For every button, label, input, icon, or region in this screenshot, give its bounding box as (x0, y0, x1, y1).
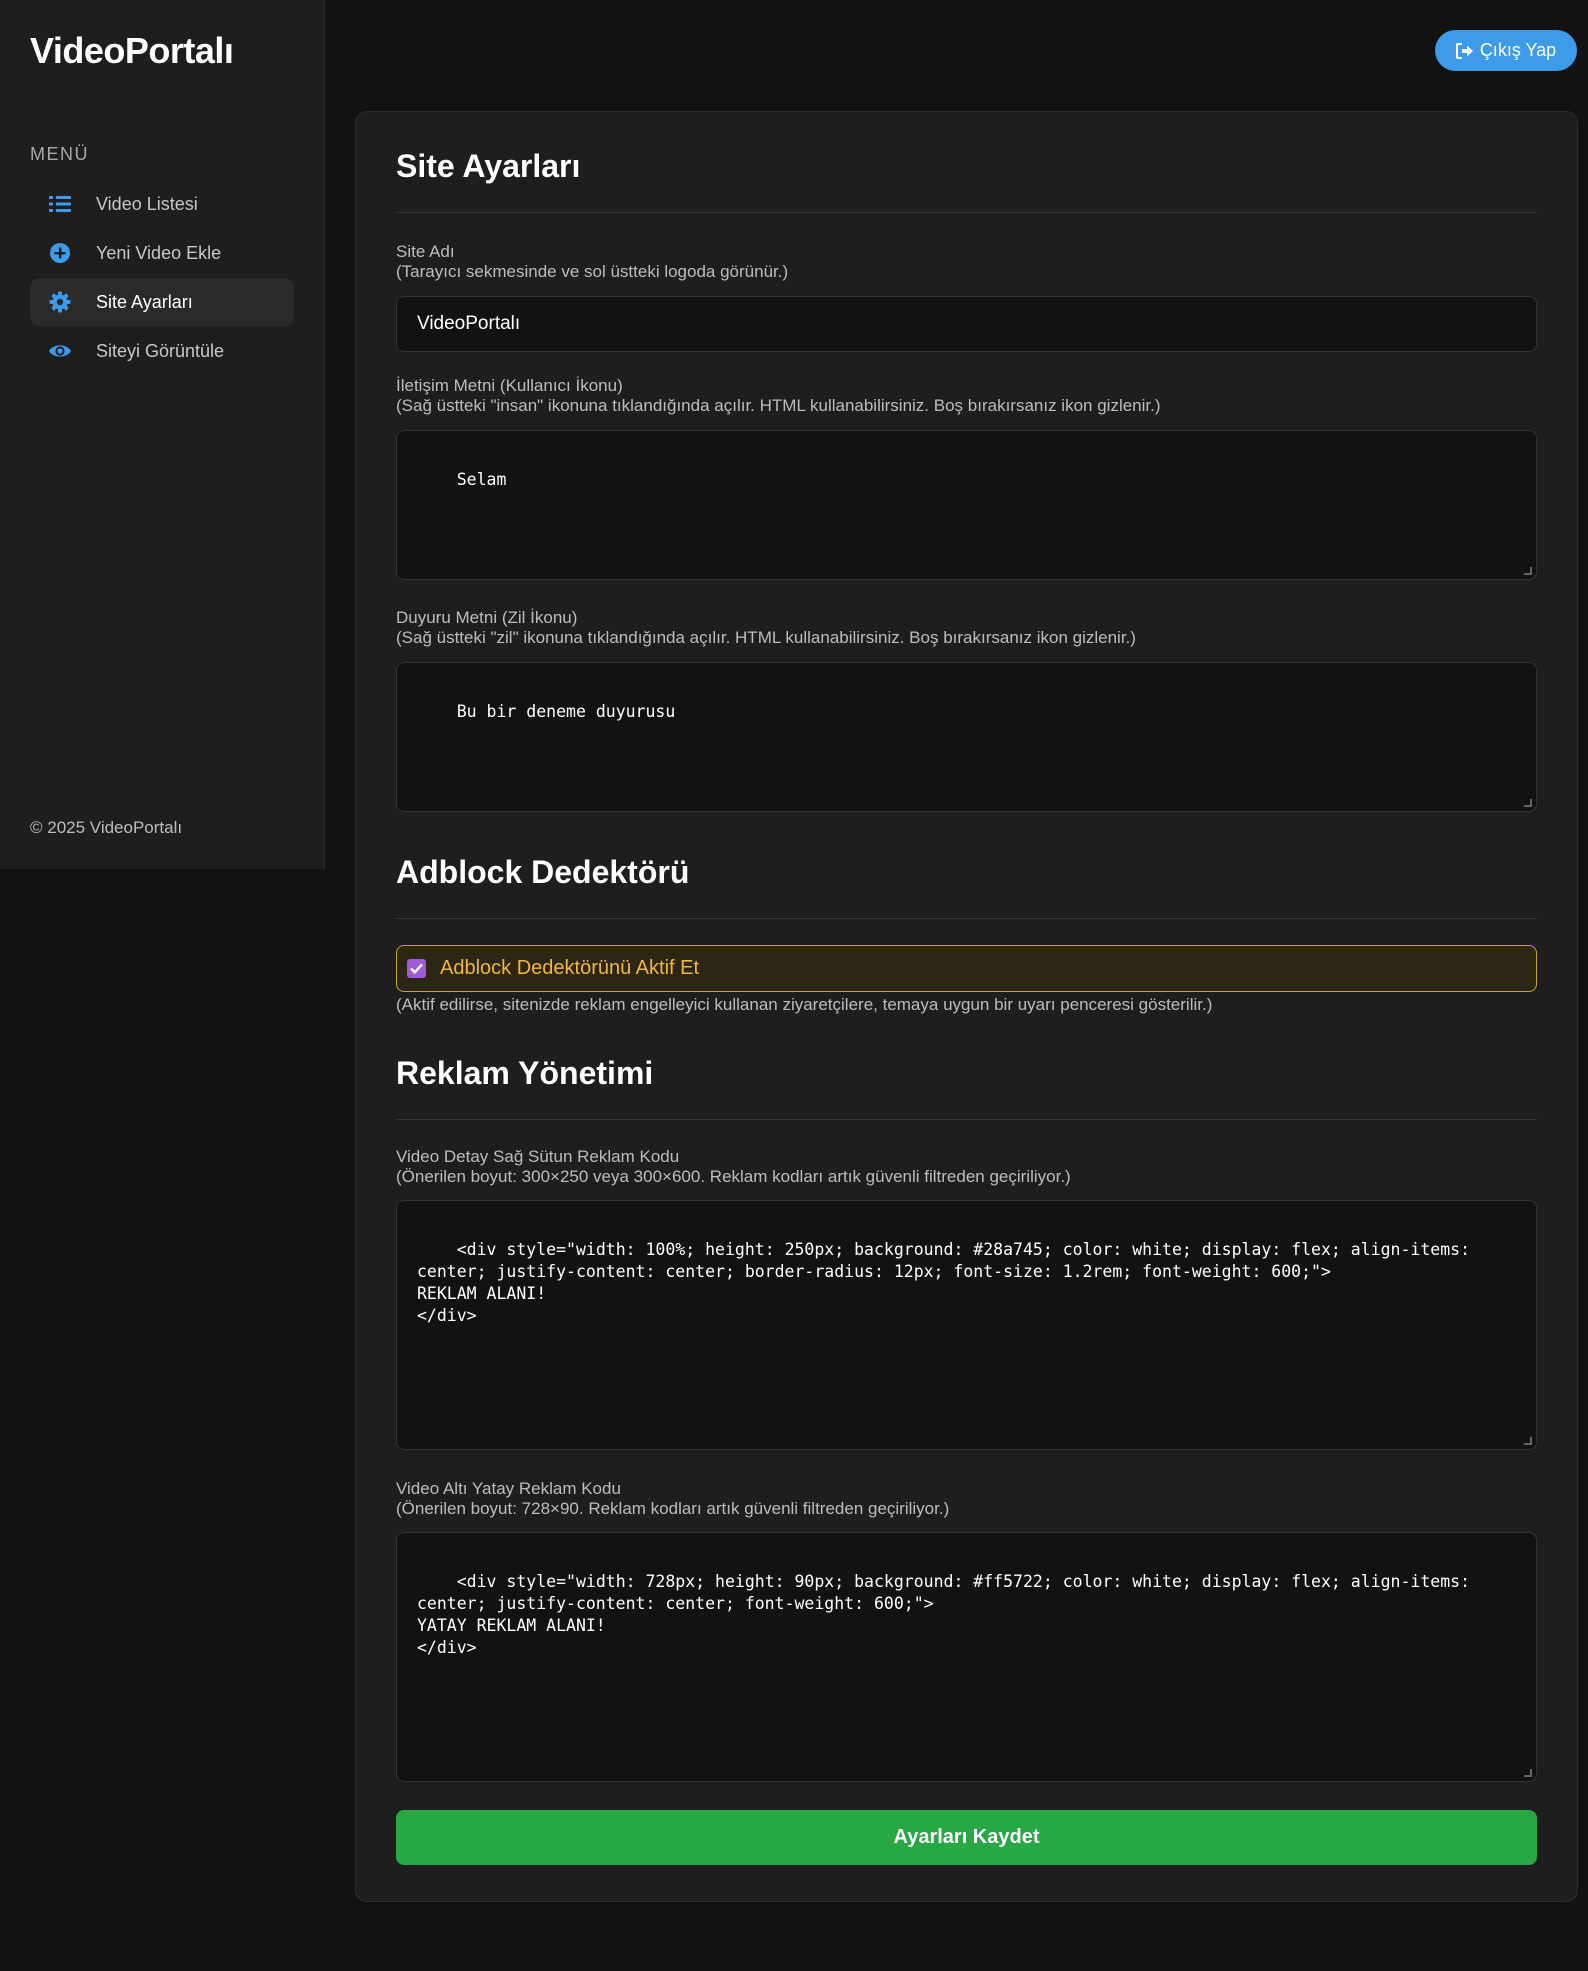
sidebar-item-label: Site Ayarları (96, 291, 193, 312)
contact-text-area[interactable]: Selam (396, 430, 1537, 580)
sign-out-icon (1455, 42, 1473, 59)
logout-label: Çıkış Yap (1479, 40, 1557, 60)
site-name-label: Site Adı (Tarayıcı sekmesinde ve sol üst… (396, 242, 788, 282)
eye-icon (48, 339, 72, 363)
announcement-text-value: Bu bir deneme duyurusu (456, 702, 676, 721)
horizontal-ad-label-text: Video Altı Yatay Reklam Kodu (396, 1479, 621, 1498)
section-divider (396, 918, 1537, 919)
horizontal-ad-code-area[interactable]: <div style="width: 728px; height: 90px; … (396, 1532, 1537, 1782)
sidebar-ad-label: Video Detay Sağ Sütun Reklam Kodu (Öneri… (396, 1147, 1071, 1187)
logo[interactable]: VideoPortalı (30, 30, 234, 72)
plus-circle-icon (48, 241, 72, 265)
resize-handle[interactable] (1524, 1769, 1532, 1777)
sidebar-ad-code-value: <div style="width: 100%; height: 250px; … (417, 1240, 1471, 1325)
sidebar: VideoPortalı MENÜ Video Listesi Yeni Vid… (0, 0, 325, 869)
resize-handle[interactable] (1524, 567, 1532, 575)
horizontal-ad-label: Video Altı Yatay Reklam Kodu (Önerilen b… (396, 1479, 949, 1519)
resize-handle[interactable] (1524, 1437, 1532, 1445)
announcement-text-label-text: Duyuru Metni (Zil İkonu) (396, 608, 578, 627)
gear-icon (48, 290, 72, 314)
adblock-toggle[interactable]: Adblock Dedektörünü Aktif Et (396, 945, 1537, 992)
settings-title: Site Ayarları (396, 148, 581, 184)
horizontal-ad-code-value: <div style="width: 728px; height: 90px; … (417, 1572, 1471, 1657)
adblock-title: Adblock Dedektörü (396, 854, 690, 890)
sidebar-ad-hint: (Önerilen boyut: 300×250 veya 300×600. R… (396, 1167, 1071, 1186)
contact-text-label-text: İletişim Metni (Kullanıcı İkonu) (396, 376, 623, 395)
adblock-hint: (Aktif edilirse, sitenizde reklam engell… (396, 995, 1213, 1014)
section-divider (396, 1119, 1537, 1120)
logout-button[interactable]: Çıkış Yap (1435, 30, 1577, 71)
list-icon (48, 192, 72, 216)
site-name-label-text: Site Adı (396, 242, 455, 261)
sidebar-item-add-video[interactable]: Yeni Video Ekle (30, 229, 294, 277)
contact-text-hint: (Sağ üstteki "insan" ikonuna tıklandığın… (396, 396, 1161, 415)
sidebar-ad-label-text: Video Detay Sağ Sütun Reklam Kodu (396, 1147, 680, 1166)
section-divider (396, 212, 1537, 213)
horizontal-ad-hint: (Önerilen boyut: 728×90. Reklam kodları … (396, 1499, 950, 1518)
sidebar-item-view-site[interactable]: Siteyi Görüntüle (30, 327, 294, 375)
contact-text-value: Selam (456, 470, 507, 489)
sidebar-ad-code-area[interactable]: <div style="width: 100%; height: 250px; … (396, 1200, 1537, 1450)
sidebar-item-label: Video Listesi (96, 193, 198, 214)
announcement-text-label: Duyuru Metni (Zil İkonu) (Sağ üstteki "z… (396, 608, 1136, 648)
sidebar-menu: Video Listesi Yeni Video Ekle Site Ayarl… (30, 180, 294, 376)
sidebar-item-label: Yeni Video Ekle (96, 242, 222, 263)
site-name-input[interactable] (396, 296, 1537, 352)
sidebar-item-label: Siteyi Görüntüle (96, 340, 225, 361)
check-icon (410, 963, 423, 974)
ads-title: Reklam Yönetimi (396, 1055, 654, 1091)
copyright: © 2025 VideoPortalı (30, 818, 183, 837)
adblock-checkbox-label: Adblock Dedektörünü Aktif Et (440, 957, 700, 979)
settings-card: Site Ayarları Site Adı (Tarayıcı sekmesi… (355, 111, 1578, 1902)
contact-text-label: İletişim Metni (Kullanıcı İkonu) (Sağ üs… (396, 376, 1161, 416)
sidebar-item-site-settings[interactable]: Site Ayarları (30, 278, 294, 326)
announcement-text-area[interactable]: Bu bir deneme duyurusu (396, 662, 1537, 812)
announcement-text-hint: (Sağ üstteki "zil" ikonuna tıklandığında… (396, 628, 1136, 647)
save-settings-button[interactable]: Ayarları Kaydet (396, 1810, 1537, 1865)
sidebar-item-video-list[interactable]: Video Listesi (30, 180, 294, 228)
resize-handle[interactable] (1524, 799, 1532, 807)
adblock-checkbox[interactable] (407, 959, 426, 978)
site-name-hint: (Tarayıcı sekmesinde ve sol üstteki logo… (396, 262, 789, 281)
menu-heading: MENÜ (30, 144, 89, 164)
